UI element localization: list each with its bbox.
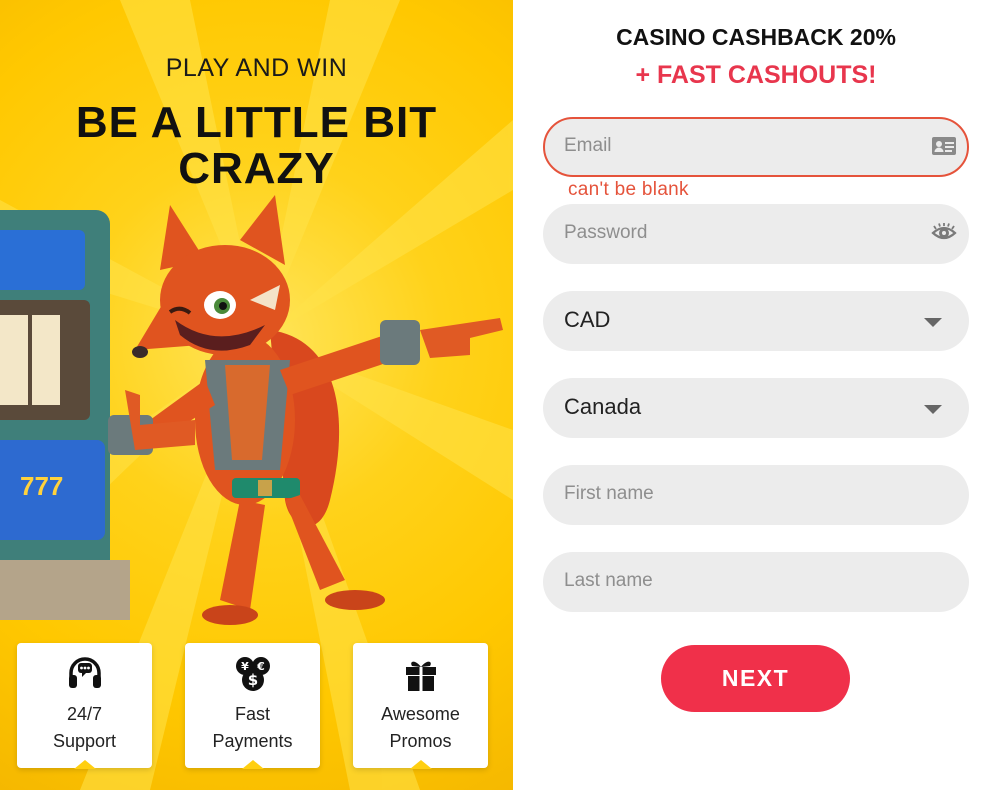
first-name-field[interactable]: First name (543, 465, 969, 525)
chevron-down-icon (924, 405, 942, 414)
promo-title: BE A LITTLE BIT CRAZY (75, 98, 438, 193)
feature-card-support: 24/7 Support (17, 643, 152, 769)
headset-icon (68, 657, 101, 688)
slot-machine-illustration: 777 (0, 210, 130, 620)
password-field[interactable]: Password (543, 204, 969, 264)
last-name-field[interactable]: Last name (543, 552, 969, 612)
eye-icon[interactable] (931, 220, 957, 246)
id-card-icon (932, 137, 956, 155)
offer-subheadline: + FAST CASHOUTS! (635, 61, 877, 89)
feature-label-promos: Awesome Promos (381, 704, 460, 751)
promo-panel: PLAY AND WIN BE A LITTLE BIT CRAZY 777 2… (0, 0, 513, 790)
promo-subtitle: PLAY AND WIN (165, 54, 348, 82)
currency-select[interactable]: CAD (543, 291, 969, 351)
offer-headline: CASINO CASHBACK 20% (616, 24, 896, 50)
fox-mascot-illustration: 777 (0, 195, 503, 625)
svg-text:777: 777 (20, 471, 63, 501)
last-name-placeholder: Last name (564, 570, 653, 591)
feature-label-payments: Fast Payments (212, 704, 293, 751)
gift-icon (405, 661, 436, 691)
country-selected-value: Canada (564, 394, 642, 419)
currency-selected-value: CAD (564, 307, 611, 332)
feature-card-payments: ¥ € $ Fast Payments (185, 643, 320, 769)
registration-form: CASINO CASHBACK 20% + FAST CASHOUTS! Ema… (513, 0, 993, 790)
feature-label-support: 24/7 Support (52, 704, 117, 751)
email-error-message: can't be blank (568, 179, 689, 200)
money-coins-icon: ¥ € $ (235, 657, 270, 691)
email-field[interactable]: Email (543, 117, 969, 177)
email-placeholder: Email (564, 135, 612, 156)
password-placeholder: Password (564, 222, 648, 243)
first-name-placeholder: First name (564, 483, 654, 504)
country-select[interactable]: Canada (543, 378, 969, 438)
next-button[interactable]: NEXT (661, 645, 850, 712)
registration-page: PLAY AND WIN BE A LITTLE BIT CRAZY 777 2… (0, 0, 993, 790)
svg-text:$: $ (247, 671, 257, 689)
feature-card-promos: Awesome Promos (353, 643, 488, 769)
chevron-down-icon (924, 318, 942, 327)
